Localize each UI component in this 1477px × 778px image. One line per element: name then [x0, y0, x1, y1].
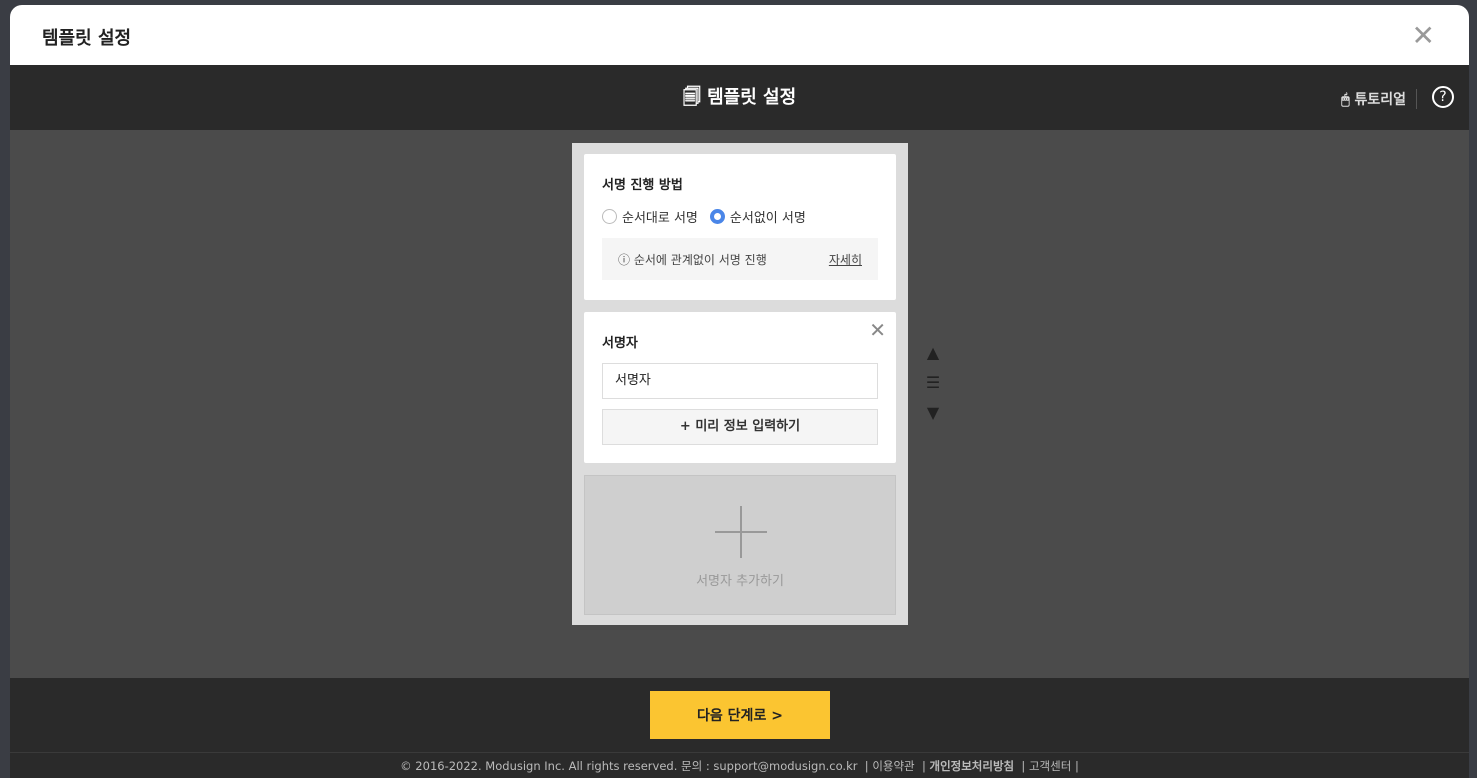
document-icon: 🗐: [682, 87, 701, 108]
modal-title: 템플릿 설정: [42, 28, 132, 49]
template-settings-modal: 템플릿 설정 ✕ 🗐 템플릿 설정 🖱 튜토리얼 ? 서명 진행 방법 순서대로…: [10, 5, 1469, 778]
signer-heading: 서명자: [602, 336, 638, 351]
remove-signer-icon[interactable]: ✕: [869, 318, 886, 342]
copyright-bar: © 2016-2022. Modusign Inc. All rights re…: [10, 752, 1469, 778]
content-area: 서명 진행 방법 순서대로 서명 순서없이 서명 ⓘ 순서에 관계없이 서명 진…: [10, 130, 1469, 678]
prefill-info-button[interactable]: + 미리 정보 입력하기: [602, 409, 878, 445]
support-center-link[interactable]: 고객센터: [1029, 759, 1071, 773]
terms-link[interactable]: 이용약관: [872, 759, 914, 773]
info-box: ⓘ 순서에 관계없이 서명 진행 자세히: [602, 238, 878, 280]
signer-panel: 서명 진행 방법 순서대로 서명 순서없이 서명 ⓘ 순서에 관계없이 서명 진…: [572, 143, 908, 625]
radio-in-order[interactable]: 순서대로 서명: [602, 207, 698, 226]
signer-card: ✕ 서명자 서명자 + 미리 정보 입력하기: [584, 312, 896, 463]
plus-icon: [715, 506, 767, 558]
signing-method-card: 서명 진행 방법 순서대로 서명 순서없이 서명 ⓘ 순서에 관계없이 서명 진…: [584, 154, 896, 300]
move-up-icon[interactable]: ▲: [922, 338, 944, 368]
tutorial-button[interactable]: 🖱 튜토리얼: [1341, 89, 1417, 109]
move-down-icon[interactable]: ▼: [922, 398, 944, 428]
toolbar-title: 🗐 템플릿 설정: [682, 87, 797, 108]
footer: 다음 단계로 > © 2016-2022. Modusign Inc. All …: [10, 678, 1469, 778]
info-icon: ⓘ: [618, 252, 631, 267]
toolbar: 🗐 템플릿 설정 🖱 튜토리얼 ?: [10, 65, 1469, 130]
help-icon[interactable]: ?: [1432, 86, 1454, 108]
reorder-controls: ▲ ☰ ▼: [922, 338, 944, 428]
detail-link[interactable]: 자세히: [829, 251, 862, 268]
signing-method-heading: 서명 진행 방법: [602, 178, 683, 193]
radio-no-order[interactable]: 순서없이 서명: [709, 207, 806, 226]
close-icon[interactable]: ✕: [1412, 19, 1435, 52]
signer-name-input[interactable]: 서명자: [602, 363, 878, 399]
drag-handle-icon[interactable]: ☰: [922, 368, 944, 398]
modal-header: 템플릿 설정 ✕: [10, 5, 1469, 65]
next-step-button[interactable]: 다음 단계로 >: [650, 691, 830, 739]
privacy-link[interactable]: 개인정보처리방침: [929, 759, 1014, 773]
add-signer-button[interactable]: 서명자 추가하기: [584, 475, 896, 615]
mouse-icon: 🖱: [1341, 92, 1350, 108]
